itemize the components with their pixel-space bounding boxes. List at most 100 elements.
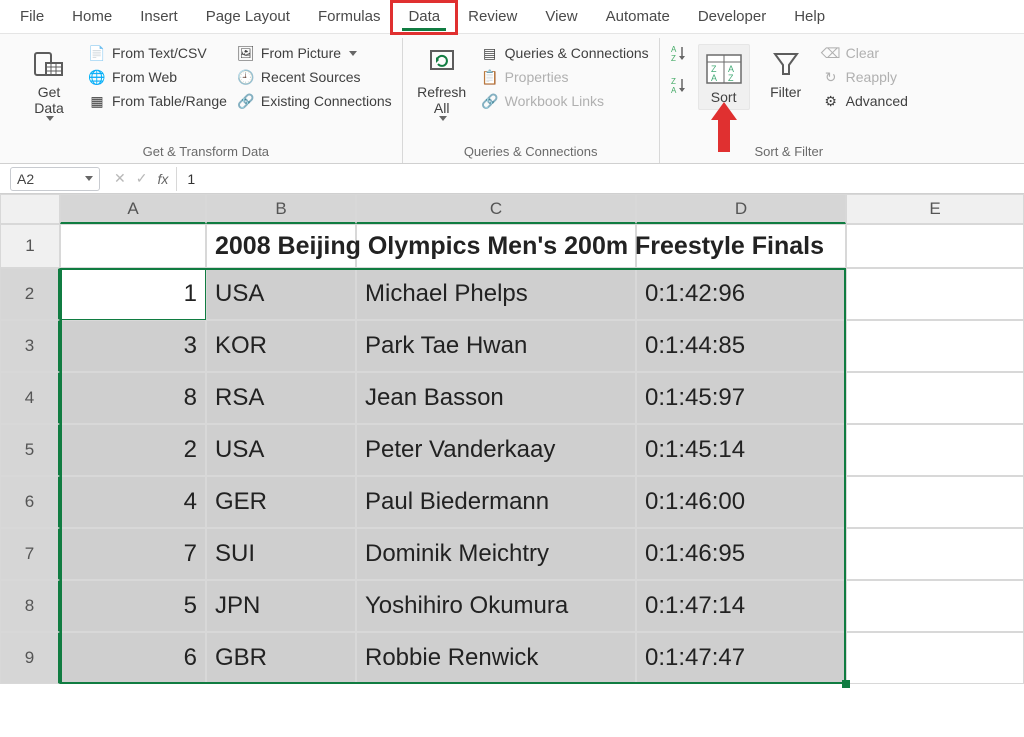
menu-item-automate[interactable]: Automate xyxy=(592,2,684,31)
cell-D3[interactable]: 0:1:44:85 xyxy=(636,320,846,372)
properties-button: 📋Properties xyxy=(481,68,649,86)
from-table-range-button[interactable]: ▦From Table/Range xyxy=(88,92,227,110)
cell-A8[interactable]: 5 xyxy=(60,580,206,632)
sort-desc-icon: ZA xyxy=(670,76,688,94)
fx-icon[interactable]: fx xyxy=(157,171,168,187)
enter-formula-button[interactable]: ✓ xyxy=(136,170,148,187)
cell-E2[interactable] xyxy=(846,268,1024,320)
cell-C9[interactable]: Robbie Renwick xyxy=(356,632,636,684)
cell-C4[interactable]: Jean Basson xyxy=(356,372,636,424)
sort-desc-button[interactable]: ZA xyxy=(670,76,688,94)
cell-E6[interactable] xyxy=(846,476,1024,528)
cell-A1[interactable] xyxy=(60,224,206,268)
cell-D9[interactable]: 0:1:47:47 xyxy=(636,632,846,684)
menu-item-developer[interactable]: Developer xyxy=(684,2,780,31)
cell-D7[interactable]: 0:1:46:95 xyxy=(636,528,846,580)
menu-item-page-layout[interactable]: Page Layout xyxy=(192,2,304,31)
cell-E8[interactable] xyxy=(846,580,1024,632)
cell-C6[interactable]: Paul Biedermann xyxy=(356,476,636,528)
cell-B9[interactable]: GBR xyxy=(206,632,356,684)
cell-B4[interactable]: RSA xyxy=(206,372,356,424)
row-header-1[interactable]: 1 xyxy=(0,224,60,268)
selection-fill-handle[interactable] xyxy=(842,680,850,688)
cell-D2[interactable]: 0:1:42:96 xyxy=(636,268,846,320)
column-header-B[interactable]: B xyxy=(206,194,356,224)
cell-E9[interactable] xyxy=(846,632,1024,684)
refresh-icon xyxy=(422,44,462,84)
cell-D5[interactable]: 0:1:45:14 xyxy=(636,424,846,476)
cell-B3[interactable]: KOR xyxy=(206,320,356,372)
properties-label: Properties xyxy=(505,69,569,85)
menu-item-data[interactable]: Data xyxy=(394,2,454,31)
menu-item-file[interactable]: File xyxy=(6,2,58,31)
column-header-A[interactable]: A xyxy=(60,194,206,224)
cell-B7[interactable]: SUI xyxy=(206,528,356,580)
filter-button[interactable]: Filter xyxy=(760,44,812,100)
menu-item-review[interactable]: Review xyxy=(454,2,531,31)
refresh-all-button[interactable]: Refresh All xyxy=(413,44,471,121)
recent-sources-button[interactable]: 🕘Recent Sources xyxy=(237,68,392,86)
ribbon-group-label: Get & Transform Data xyxy=(20,142,392,163)
cell-E5[interactable] xyxy=(846,424,1024,476)
filter-icon xyxy=(766,44,806,84)
cell-E7[interactable] xyxy=(846,528,1024,580)
cell-D8[interactable]: 0:1:47:14 xyxy=(636,580,846,632)
row-header-4[interactable]: 4 xyxy=(0,372,60,424)
cell-A3[interactable]: 3 xyxy=(60,320,206,372)
cell-D6[interactable]: 0:1:46:00 xyxy=(636,476,846,528)
advanced-button[interactable]: ⚙Advanced xyxy=(822,92,908,110)
row-header-5[interactable]: 5 xyxy=(0,424,60,476)
cell-E3[interactable] xyxy=(846,320,1024,372)
from-text-csv-button[interactable]: 📄From Text/CSV xyxy=(88,44,227,62)
chevron-down-icon xyxy=(46,116,54,121)
column-header-C[interactable]: C xyxy=(356,194,636,224)
column-header-E[interactable]: E xyxy=(846,194,1024,224)
menu-item-view[interactable]: View xyxy=(531,2,591,31)
cell-A2[interactable]: 1 xyxy=(60,268,206,320)
name-box[interactable]: A2 xyxy=(10,167,100,191)
sort-asc-button[interactable]: AZ xyxy=(670,44,688,62)
title-cell[interactable]: 2008 Beijing Olympics Men's 200m Freesty… xyxy=(206,224,356,268)
select-all-corner[interactable] xyxy=(0,194,60,224)
get-data-button[interactable]: Get Data xyxy=(20,44,78,121)
existing-connections-label: Existing Connections xyxy=(261,93,392,109)
queries-connections-button[interactable]: ▤Queries & Connections xyxy=(481,44,649,62)
column-header-D[interactable]: D xyxy=(636,194,846,224)
queries-label: Queries & Connections xyxy=(505,45,649,61)
cell-D4[interactable]: 0:1:45:97 xyxy=(636,372,846,424)
cell-C7[interactable]: Dominik Meichtry xyxy=(356,528,636,580)
from-picture-button[interactable]: 🖼From Picture xyxy=(237,44,392,62)
menu-item-insert[interactable]: Insert xyxy=(126,2,192,31)
row-header-9[interactable]: 9 xyxy=(0,632,60,684)
row-header-7[interactable]: 7 xyxy=(0,528,60,580)
cell-B6[interactable]: GER xyxy=(206,476,356,528)
formula-input[interactable] xyxy=(176,167,1024,191)
menu-item-help[interactable]: Help xyxy=(780,2,839,31)
cell-E1[interactable] xyxy=(846,224,1024,268)
existing-connections-button[interactable]: 🔗Existing Connections xyxy=(237,92,392,110)
sort-button[interactable]: ZAAZ Sort xyxy=(698,44,750,110)
cell-A6[interactable]: 4 xyxy=(60,476,206,528)
cell-A5[interactable]: 2 xyxy=(60,424,206,476)
menu-item-home[interactable]: Home xyxy=(58,2,126,31)
cell-C8[interactable]: Yoshihiro Okumura xyxy=(356,580,636,632)
row-header-6[interactable]: 6 xyxy=(0,476,60,528)
cell-A9[interactable]: 6 xyxy=(60,632,206,684)
spreadsheet: ABCDE12008 Beijing Olympics Men's 200m F… xyxy=(0,194,1024,684)
table-icon: ▦ xyxy=(88,92,106,110)
cell-E4[interactable] xyxy=(846,372,1024,424)
cancel-formula-button[interactable]: ✕ xyxy=(114,170,126,187)
from-web-button[interactable]: 🌐From Web xyxy=(88,68,227,86)
row-header-3[interactable]: 3 xyxy=(0,320,60,372)
cell-B2[interactable]: USA xyxy=(206,268,356,320)
cell-C5[interactable]: Peter Vanderkaay xyxy=(356,424,636,476)
row-header-2[interactable]: 2 xyxy=(0,268,60,320)
cell-B8[interactable]: JPN xyxy=(206,580,356,632)
row-header-8[interactable]: 8 xyxy=(0,580,60,632)
cell-C3[interactable]: Park Tae Hwan xyxy=(356,320,636,372)
cell-A7[interactable]: 7 xyxy=(60,528,206,580)
cell-C2[interactable]: Michael Phelps xyxy=(356,268,636,320)
cell-B5[interactable]: USA xyxy=(206,424,356,476)
cell-A4[interactable]: 8 xyxy=(60,372,206,424)
menu-item-formulas[interactable]: Formulas xyxy=(304,2,395,31)
